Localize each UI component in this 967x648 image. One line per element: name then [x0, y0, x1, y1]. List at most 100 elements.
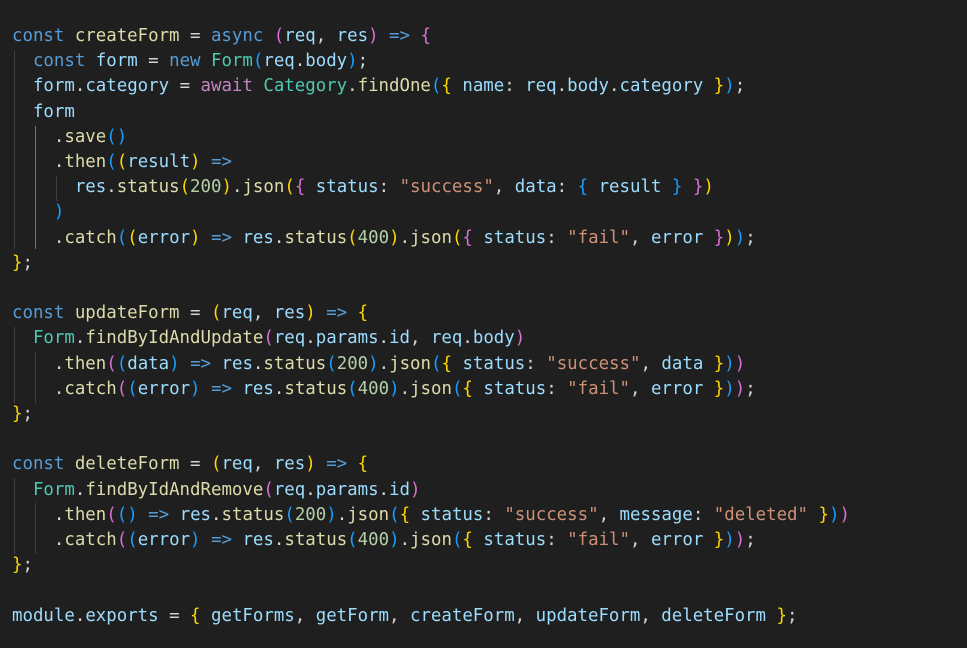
- bracket-token: ): [734, 378, 746, 399]
- variable-token: req: [263, 51, 295, 72]
- keyword-token: =>: [179, 353, 212, 374]
- function-token: json: [410, 378, 452, 399]
- number-token: 400: [357, 227, 390, 248]
- punctuation-token: [211, 354, 221, 374]
- punctuation-token: [169, 505, 179, 525]
- code-editor[interactable]: const createForm = async (req, res) => {…: [0, 0, 967, 648]
- punctuation-token: =: [179, 26, 211, 46]
- function-token: findOne: [357, 76, 431, 97]
- bracket-token: }: [713, 353, 725, 374]
- code-line[interactable]: res.status(200).json({ status: "success"…: [12, 175, 714, 200]
- bracket-token: }: [713, 76, 725, 97]
- bracket-token: (: [451, 227, 463, 248]
- bracket-token: ): [724, 353, 735, 374]
- bracket-token: ): [190, 530, 201, 550]
- punctuation-token: =: [179, 454, 211, 475]
- punctuation-token: .: [378, 353, 390, 374]
- function-token: status: [284, 378, 348, 399]
- string-token: "deleted": [713, 504, 808, 525]
- code-line[interactable]: form: [12, 100, 75, 125]
- variable-token: status: [483, 227, 547, 248]
- code-line[interactable]: .catch((error) => res.status(400).json({…: [12, 377, 756, 402]
- punctuation-token: :: [546, 227, 568, 248]
- bracket-token: }: [12, 404, 23, 424]
- code-line[interactable]: const deleteForm = (req, res) => {: [12, 452, 368, 477]
- punctuation-token: :: [504, 76, 526, 97]
- punctuation-token: :: [483, 504, 505, 525]
- function-token: then: [64, 152, 107, 172]
- variable-token: status: [462, 353, 526, 374]
- punctuation-token: [12, 202, 54, 222]
- bracket-token: {: [441, 76, 452, 97]
- punctuation-token: :: [546, 530, 568, 550]
- variable-token: getForm: [315, 605, 390, 626]
- class-token: Category: [263, 76, 348, 97]
- code-line[interactable]: const form = new Form(req.body);: [12, 49, 368, 74]
- bracket-token: ): [368, 353, 379, 374]
- punctuation-token: .: [399, 227, 411, 248]
- code-line[interactable]: const createForm = async (req, res) => {: [12, 24, 431, 49]
- function-token: json: [410, 530, 452, 550]
- bracket-token: (: [263, 479, 274, 500]
- punctuation-token: .: [273, 530, 285, 550]
- punctuation-token: .: [231, 177, 243, 198]
- punctuation-token: =: [179, 303, 211, 324]
- code-line[interactable]: .then((data) => res.status(200).json({ s…: [12, 352, 745, 377]
- variable-token: error: [650, 227, 704, 248]
- variable-token: error: [650, 530, 704, 550]
- code-line[interactable]: };: [12, 251, 33, 276]
- bracket-token: ): [734, 353, 746, 374]
- code-line[interactable]: Form.findByIdAndRemove(req.params.id): [12, 478, 421, 503]
- code-line[interactable]: ): [12, 200, 64, 225]
- punctuation-token: [452, 354, 462, 374]
- class-token: Form: [32, 328, 75, 349]
- punctuation-token: ;: [22, 404, 33, 424]
- code-line[interactable]: form.category = await Category.findOne({…: [12, 74, 745, 99]
- punctuation-token: [661, 177, 671, 197]
- punctuation-token: ;: [22, 555, 33, 576]
- bracket-token: {: [190, 605, 201, 626]
- function-token: then: [64, 504, 107, 525]
- code-line[interactable]: };: [12, 402, 33, 427]
- variable-token: res: [74, 177, 107, 198]
- variable-token: res: [242, 378, 274, 399]
- bracket-token: }: [713, 530, 725, 550]
- variable-token: status: [483, 530, 547, 550]
- code-line[interactable]: .then(() => res.status(200).json({ statu…: [12, 503, 850, 528]
- punctuation-token: .: [378, 328, 390, 349]
- punctuation-token: [12, 177, 75, 197]
- variable-token: req: [525, 76, 557, 97]
- bracket-token: (: [116, 378, 128, 399]
- punctuation-token: ,: [630, 378, 651, 399]
- code-line[interactable]: };: [12, 553, 33, 578]
- code-line[interactable]: .catch((error) => res.status(400).json({…: [12, 226, 756, 251]
- keyword-token: new: [169, 51, 211, 72]
- punctuation-token: [305, 177, 315, 197]
- punctuation-token: [410, 26, 420, 46]
- bracket-token: (: [451, 530, 463, 550]
- bracket-token: (: [430, 76, 442, 97]
- keyword-token: const: [12, 303, 75, 324]
- code-line[interactable]: .then((result) =>: [12, 150, 232, 175]
- number-token: 200: [190, 177, 222, 198]
- variable-token: module: [12, 605, 75, 626]
- bracket-token: (: [106, 353, 117, 374]
- bracket-token: (: [127, 530, 138, 550]
- variable-token: status: [483, 378, 547, 399]
- punctuation-token: ,: [640, 605, 662, 626]
- code-line[interactable]: module.exports = { getForms, getForm, cr…: [12, 604, 797, 629]
- code-line[interactable]: Form.findByIdAndUpdate(req.params.id, re…: [12, 326, 525, 351]
- bracket-token: }: [12, 555, 23, 576]
- punctuation-token: ,: [640, 353, 662, 374]
- function-token: json: [242, 177, 285, 198]
- code-line[interactable]: const updateForm = (req, res) => {: [12, 301, 368, 326]
- bracket-token: ): [734, 530, 746, 550]
- code-line[interactable]: .catch((error) => res.status(400).json({…: [12, 528, 756, 553]
- keyword-token: =>: [200, 152, 232, 172]
- bracket-token: (: [263, 328, 274, 349]
- punctuation-token: [703, 530, 713, 550]
- punctuation-token: .: [106, 177, 117, 198]
- variable-token: body: [567, 76, 609, 97]
- punctuation-token: .: [399, 378, 411, 399]
- code-line[interactable]: .save(): [12, 125, 127, 150]
